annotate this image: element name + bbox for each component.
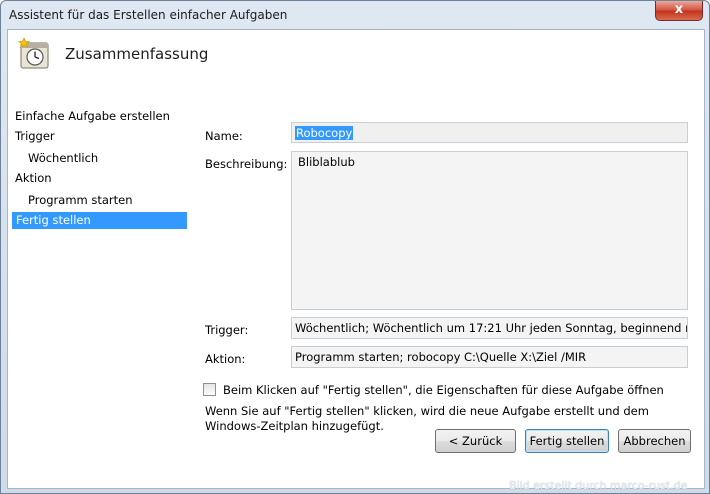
- step-einfache-aufgabe-erstellen: Einfache Aufgabe erstellen: [15, 109, 170, 123]
- cancel-button[interactable]: Abbrechen: [618, 429, 691, 453]
- page-title: Zusammenfassung: [65, 45, 209, 63]
- name-label: Name:: [205, 129, 243, 143]
- open-properties-label[interactable]: Beim Klicken auf "Fertig stellen", die E…: [223, 383, 664, 397]
- description-value: Bliblablub: [298, 155, 355, 169]
- wizard-client-area: Zusammenfassung Einfache Aufgabe erstell…: [7, 29, 705, 489]
- name-field[interactable]: Robocopy: [291, 122, 688, 143]
- step-aktion: Aktion: [15, 171, 52, 185]
- step-programm-starten: Programm starten: [28, 193, 133, 207]
- action-value: Programm starten; robocopy C:\Quelle X:\…: [295, 350, 587, 364]
- finish-button[interactable]: Fertig stellen: [525, 429, 609, 453]
- name-value: Robocopy: [295, 126, 354, 140]
- back-button[interactable]: < Zurück: [435, 429, 516, 453]
- action-label: Aktion:: [205, 352, 246, 366]
- step-woechentlich: Wöchentlich: [28, 151, 99, 165]
- close-icon: x: [674, 2, 684, 17]
- trigger-label: Trigger:: [205, 323, 249, 337]
- wizard-header: Zusammenfassung: [8, 30, 704, 98]
- watermark: Bild erstellt durch marco-rust.de: [509, 479, 688, 492]
- close-button[interactable]: x: [655, 1, 703, 21]
- wizard-step-list: Einfache Aufgabe erstellen Trigger Wöche…: [8, 102, 190, 488]
- action-field[interactable]: Programm starten; robocopy C:\Quelle X:\…: [291, 346, 688, 368]
- wizard-window: Assistent für das Erstellen einfacher Au…: [0, 0, 710, 494]
- description-label: Beschreibung:: [205, 157, 288, 171]
- open-properties-checkbox[interactable]: [203, 383, 216, 396]
- window-title: Assistent für das Erstellen einfacher Au…: [9, 8, 288, 22]
- trigger-field[interactable]: Wöchentlich; Wöchentlich um 17:21 Uhr je…: [291, 317, 688, 339]
- trigger-value: Wöchentlich; Wöchentlich um 17:21 Uhr je…: [295, 321, 688, 335]
- step-fertig-stellen: Fertig stellen: [12, 212, 187, 229]
- description-field[interactable]: Bliblablub: [291, 151, 688, 310]
- scheduler-clock-icon: [18, 37, 49, 69]
- title-bar[interactable]: Assistent für das Erstellen einfacher Au…: [1, 1, 709, 29]
- step-trigger: Trigger: [15, 129, 55, 143]
